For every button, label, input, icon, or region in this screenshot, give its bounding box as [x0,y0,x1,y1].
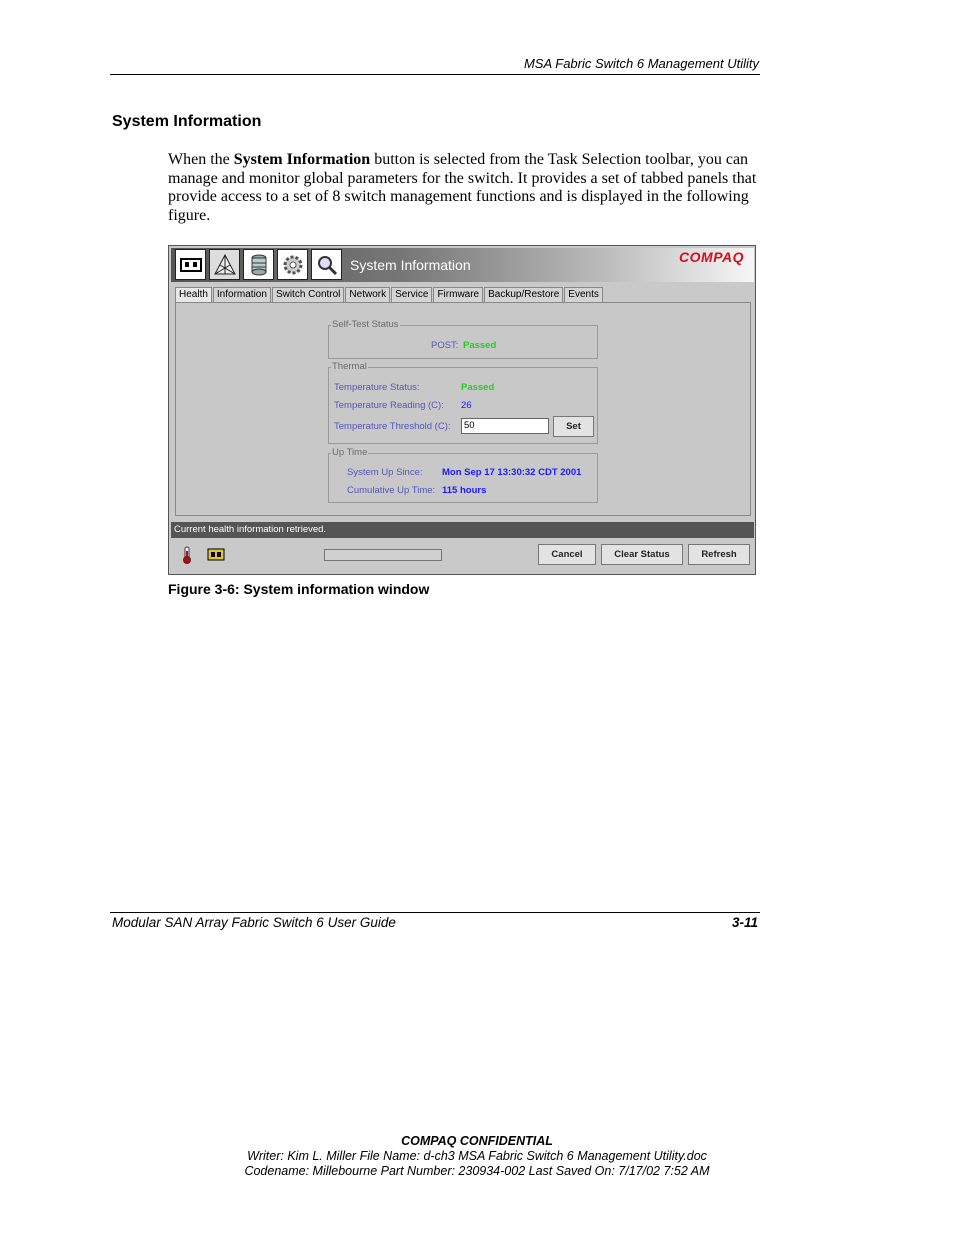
tab-network[interactable]: Network [345,287,391,302]
magnifier-icon[interactable] [311,249,342,280]
cumulative-uptime-value: 115 hours [442,485,487,496]
gear-icon[interactable] [277,249,308,280]
database-icon[interactable] [243,249,274,280]
tab-health[interactable]: Health [175,287,212,302]
codename-line: Codename: Millebourne Part Number: 23093… [244,1164,710,1178]
self-test-group: Self-Test Status POST: Passed [328,319,598,359]
switch-status-icon [207,548,225,566]
figure-caption: Figure 3-6: System information window [168,581,430,597]
page-number: 3-11 [731,915,758,930]
temperature-reading-label: Temperature Reading (C): [334,400,444,411]
uptime-legend: Up Time [331,447,369,458]
tab-switch-control[interactable]: Switch Control [271,287,345,302]
body-paragraph: When the System Information button is se… [168,151,758,225]
thermal-legend: Thermal [331,361,368,372]
status-bar: Current health information retrieved. [171,522,754,538]
set-button[interactable]: Set [553,416,594,437]
tab-service[interactable]: Service [391,287,433,302]
fabric-icon[interactable] [209,249,240,280]
footer-rule [110,912,760,913]
system-up-since-value: Mon Sep 17 13:30:32 CDT 2001 [442,467,582,478]
temperature-reading-value: 26 [461,400,472,411]
window-title: System Information [350,257,471,273]
cumulative-uptime-label: Cumulative Up Time: [347,485,436,496]
switch-icon[interactable] [175,249,206,280]
temperature-status-label: Temperature Status: [334,382,420,393]
window-toolbar: System Information COMPAQ [171,248,754,282]
tab-firmware[interactable]: Firmware [433,287,484,302]
tab-events[interactable]: Events [564,287,603,302]
header-rule [110,74,760,75]
post-label: POST: [431,340,459,351]
running-header: MSA Fabric Switch 6 Management Utility [523,56,759,71]
health-panel: Self-Test Status POST: Passed Thermal Te… [175,302,751,516]
confidential-label: COMPAQ CONFIDENTIAL [401,1134,553,1148]
para-text-1: When the [168,151,234,168]
writer-line: Writer: Kim L. Miller File Name: d-ch3 M… [247,1149,707,1163]
footer-guide-title: Modular SAN Array Fabric Switch 6 User G… [112,915,396,930]
clear-status-button[interactable]: Clear Status [601,544,683,565]
brand-logo: COMPAQ [679,249,744,265]
thermal-group: Thermal Temperature Status: Passed Tempe… [328,361,598,444]
self-test-legend: Self-Test Status [331,319,400,330]
temperature-threshold-label: Temperature Threshold (C): [334,421,451,432]
section-title: System Information [112,113,262,130]
temperature-threshold-input[interactable]: 50 [461,418,549,434]
temperature-status-value: Passed [461,382,495,393]
tab-information[interactable]: Information [212,287,271,302]
post-value: Passed [463,340,497,351]
system-up-since-label: System Up Since: [347,467,423,478]
thermometer-icon [182,546,192,569]
cancel-button[interactable]: Cancel [538,544,596,565]
system-information-window: System Information COMPAQ Health Informa… [168,245,756,575]
para-bold-term: System Information [233,151,371,168]
uptime-group: Up Time System Up Since: Mon Sep 17 13:3… [328,447,598,503]
refresh-button[interactable]: Refresh [688,544,750,565]
progress-bar [324,549,442,561]
tab-bar: Health Information Switch Control Networ… [175,287,604,302]
tab-backup-restore[interactable]: Backup/Restore [484,287,564,302]
